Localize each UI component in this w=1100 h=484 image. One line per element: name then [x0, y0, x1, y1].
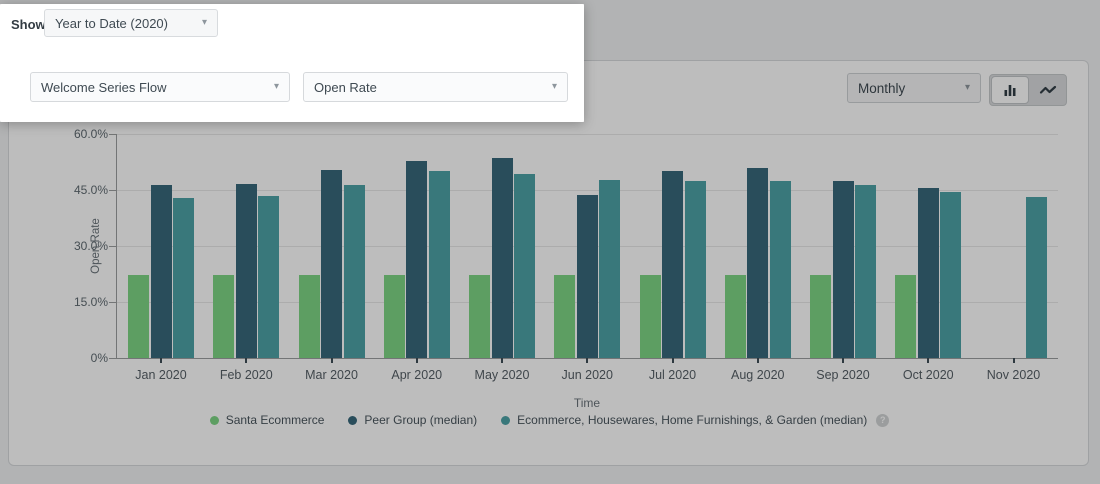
- caret-down-icon: ▾: [202, 18, 207, 28]
- metric-dropdown-value: Open Rate: [314, 80, 377, 95]
- benchmarks-page: Monthly ▾ Open Rate 0%15.0%30.0%45.0%60.…: [0, 0, 1100, 484]
- caret-down-icon: ▾: [552, 82, 557, 92]
- tour-spotlight-panel: Show: Year to Date (2020) ▾ Welcome Seri…: [0, 4, 584, 122]
- metric-dropdown[interactable]: Open Rate ▾: [303, 72, 568, 102]
- date-range-dropdown[interactable]: Year to Date (2020) ▾: [44, 9, 218, 37]
- flow-dropdown[interactable]: Welcome Series Flow ▾: [30, 72, 290, 102]
- dim-overlay: [584, 0, 1100, 122]
- dim-overlay: [0, 122, 1100, 484]
- date-range-dropdown-value: Year to Date (2020): [55, 16, 168, 31]
- flow-dropdown-value: Welcome Series Flow: [41, 80, 166, 95]
- caret-down-icon: ▾: [274, 82, 279, 92]
